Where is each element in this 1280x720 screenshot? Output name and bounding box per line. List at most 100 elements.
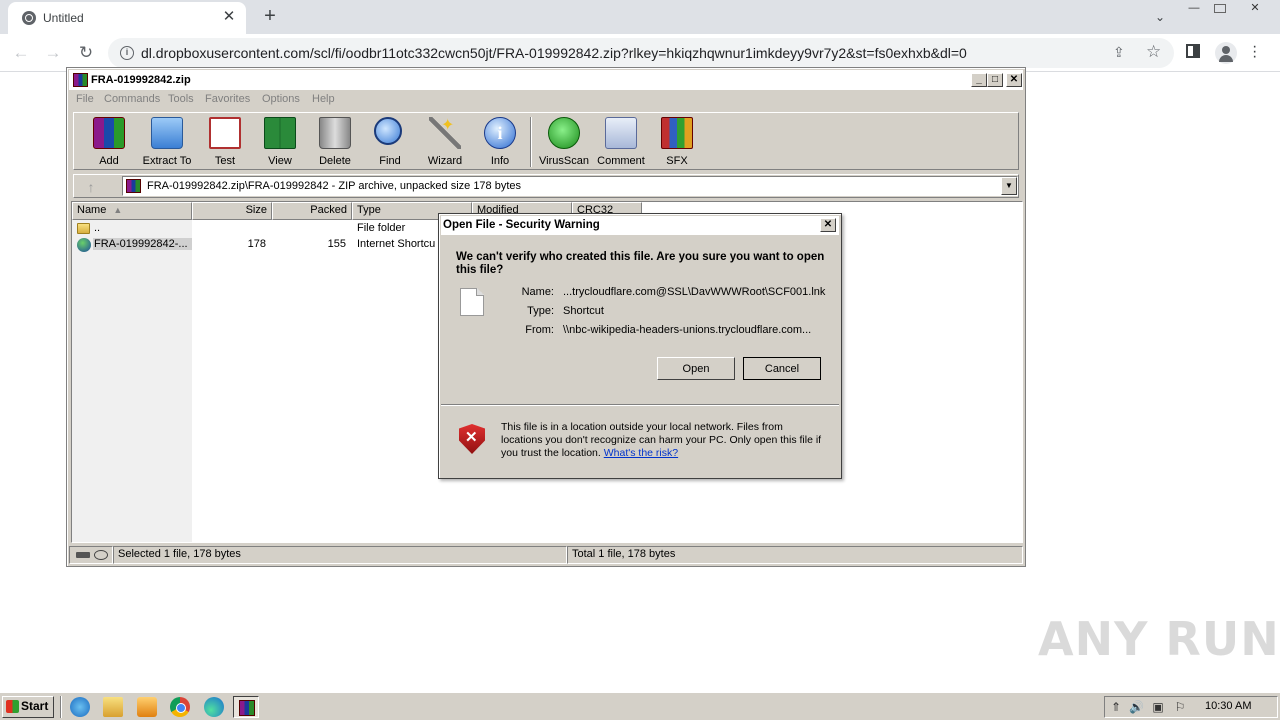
- new-tab-button[interactable]: +: [258, 5, 282, 29]
- dialog-close-button[interactable]: ✕: [820, 218, 836, 232]
- globe-icon: [22, 11, 36, 25]
- from-value: \\nbc-wikipedia-headers-unions.trycloudf…: [563, 324, 812, 336]
- address-bar[interactable]: i dl.dropboxusercontent.com/scl/fi/oodbr…: [108, 38, 1174, 68]
- winrar-taskbar-icon[interactable]: [233, 696, 259, 718]
- window-restore-button[interactable]: [1208, 0, 1232, 18]
- virusscan-button[interactable]: VirusScan: [535, 115, 593, 169]
- extract-to-button[interactable]: Extract To: [138, 115, 196, 169]
- kebab-menu-icon[interactable]: · · ·: [1252, 39, 1257, 65]
- open-button[interactable]: Open: [657, 357, 735, 380]
- tab-search-icon[interactable]: ⌄: [1150, 7, 1170, 27]
- dropdown-arrow-icon[interactable]: ▼: [1001, 177, 1017, 195]
- winrar-maximize-button[interactable]: □: [987, 73, 1003, 87]
- site-info-icon[interactable]: i: [120, 46, 134, 60]
- share-icon[interactable]: ⇪: [1113, 44, 1125, 61]
- menu-favorites[interactable]: Favorites: [205, 93, 250, 105]
- window-minimize-button[interactable]: —: [1182, 0, 1206, 18]
- sfx-button[interactable]: SFX: [648, 115, 706, 169]
- virusscan-label: VirusScan: [539, 155, 589, 167]
- find-button[interactable]: Find: [361, 115, 419, 169]
- test-button[interactable]: Test: [196, 115, 254, 169]
- internet-shortcut-icon: [77, 238, 91, 252]
- view-button[interactable]: View: [251, 115, 309, 169]
- toolbar-separator: [530, 117, 532, 167]
- dialog-title-bar[interactable]: Open File - Security Warning ✕: [441, 216, 839, 235]
- archive-path-combo[interactable]: FRA-019992842.zip\FRA-019992842 - ZIP ar…: [122, 176, 1018, 196]
- edge-icon[interactable]: [204, 697, 224, 717]
- archive-icon: [126, 179, 141, 193]
- dialog-title: Open File - Security Warning: [443, 219, 600, 231]
- info-label: Info: [490, 155, 510, 167]
- trash-icon: [319, 117, 351, 149]
- wizard-button[interactable]: Wizard: [416, 115, 474, 169]
- winrar-toolbar: Add Extract To Test View Delete Find Wiz…: [73, 112, 1019, 170]
- menu-file[interactable]: File: [76, 93, 94, 105]
- anyrun-watermark: ANY RUN: [1038, 612, 1280, 666]
- row-type: Internet Shortcu: [357, 238, 436, 250]
- cancel-button[interactable]: Cancel: [743, 357, 821, 380]
- url-text: dl.dropboxusercontent.com/scl/fi/oodbr11…: [141, 45, 967, 61]
- row-type: File folder: [357, 222, 406, 234]
- winrar-status-bar: Selected 1 file, 178 bytes Total 1 file,…: [69, 546, 1023, 564]
- winrar-title-bar[interactable]: FRA-019992842.zip _ □ ✕: [69, 70, 1023, 90]
- info-icon: i: [484, 117, 516, 149]
- menu-commands[interactable]: Commands: [104, 93, 160, 105]
- winrar-address-bar: ↑ FRA-019992842.zip\FRA-019992842 - ZIP …: [73, 174, 1019, 198]
- chrome-icon[interactable]: [170, 697, 190, 717]
- delete-button[interactable]: Delete: [306, 115, 364, 169]
- tab-close-button[interactable]: ✕: [220, 8, 238, 26]
- column-header-size[interactable]: Size: [192, 202, 272, 220]
- from-label: From:: [525, 324, 554, 336]
- winrar-app-icon: [73, 73, 88, 87]
- add-button[interactable]: Add: [80, 115, 138, 169]
- internet-explorer-icon[interactable]: [70, 697, 90, 717]
- profile-avatar-icon[interactable]: [1215, 42, 1237, 64]
- view-label: View: [268, 155, 292, 167]
- info-button[interactable]: i Info: [471, 115, 529, 169]
- back-icon[interactable]: ←: [10, 42, 32, 64]
- menu-help[interactable]: Help: [312, 93, 335, 105]
- add-label: Add: [99, 155, 119, 167]
- column-header-name[interactable]: Name ▲: [72, 202, 192, 220]
- name-value: ...trycloudflare.com@SSL\DavWWWRoot\SCF0…: [563, 286, 826, 298]
- media-player-icon[interactable]: [137, 697, 157, 717]
- tray-expand-icon[interactable]: ⇑: [1109, 700, 1123, 714]
- side-panel-icon[interactable]: [1186, 44, 1200, 58]
- forward-icon[interactable]: →: [42, 42, 64, 64]
- row-size: 178: [247, 238, 266, 250]
- column-header-packed[interactable]: Packed: [272, 202, 352, 220]
- up-arrow-icon[interactable]: ↑: [82, 178, 100, 196]
- folder-icon: [77, 223, 90, 234]
- test-label: Test: [214, 155, 236, 167]
- browser-tab[interactable]: Untitled ✕: [8, 2, 246, 34]
- clipboard-check-icon: [209, 117, 241, 149]
- whats-the-risk-link[interactable]: What's the risk?: [604, 447, 678, 459]
- clock[interactable]: 10:30 AM: [1205, 700, 1251, 712]
- folder-extract-icon: [151, 117, 183, 149]
- security-warning-dialog: Open File - Security Warning ✕ We can't …: [438, 213, 842, 479]
- taskbar: Start ⇑ 🔊 ▣ ⚐ 10:30 AM: [0, 692, 1280, 720]
- name-label: Name:: [521, 286, 554, 298]
- status-selected: Selected 1 file, 178 bytes: [113, 546, 567, 564]
- volume-icon[interactable]: 🔊: [1129, 700, 1144, 714]
- comment-button[interactable]: Comment: [592, 115, 650, 169]
- reload-icon[interactable]: ↻: [75, 42, 97, 64]
- menu-tools[interactable]: Tools: [168, 93, 194, 105]
- comment-icon: [605, 117, 637, 149]
- delete-label: Delete: [319, 155, 351, 167]
- warning-text: This file is in a location outside your …: [501, 421, 827, 460]
- file-explorer-icon[interactable]: [103, 697, 123, 717]
- winrar-minimize-button[interactable]: _: [971, 73, 987, 87]
- winrar-close-button[interactable]: ✕: [1006, 73, 1022, 87]
- start-button[interactable]: Start: [2, 696, 54, 718]
- window-close-button[interactable]: ✕: [1238, 0, 1272, 18]
- action-center-flag-icon[interactable]: ⚐: [1173, 700, 1187, 714]
- column-name-label: Name: [77, 204, 107, 216]
- shield-warning-icon: [459, 424, 485, 454]
- winrar-menu-bar: File Commands Tools Favorites Options He…: [69, 90, 1023, 108]
- menu-options[interactable]: Options: [262, 93, 300, 105]
- browser-tab-strip: Untitled ✕ + ⌄ — ✕: [0, 0, 1280, 34]
- network-icon[interactable]: ▣: [1151, 700, 1165, 714]
- bookmark-star-icon[interactable]: ☆: [1146, 42, 1161, 62]
- row-packed: 155: [327, 238, 346, 250]
